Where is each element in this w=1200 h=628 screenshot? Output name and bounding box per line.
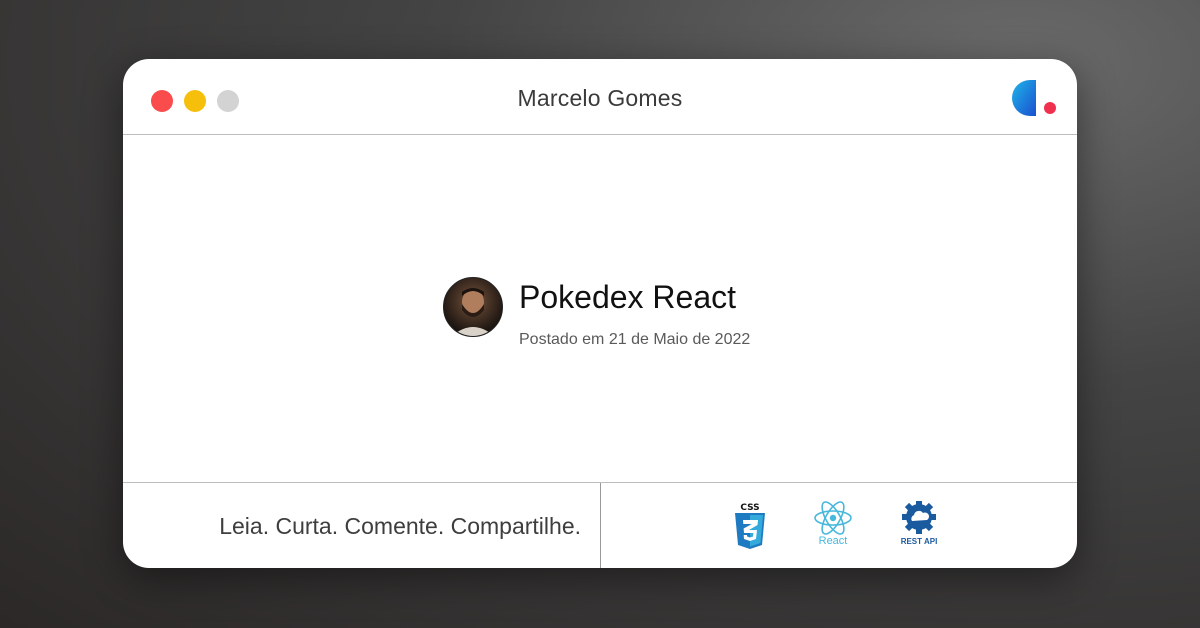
post-title[interactable]: Pokedex React [519, 279, 736, 316]
post-header: Pokedex React Postado em 21 de Maio de 2… [123, 135, 1077, 482]
react-icon: React [813, 501, 853, 549]
css3-icon: CSS [733, 501, 767, 551]
react-label: React [818, 535, 848, 547]
footer: Leia. Curta. Comente. Compartilhe. CSS R… [123, 482, 1077, 568]
author-avatar [443, 277, 503, 337]
rest-api-icon: REST API [898, 500, 940, 549]
title-bar: Marcelo Gomes [123, 59, 1077, 135]
post-date: Postado em 21 de Maio de 2022 [519, 331, 751, 348]
tagline: Leia. Curta. Comente. Compartilhe. [219, 513, 581, 539]
rest-api-label: REST API [900, 537, 938, 546]
window-title: Marcelo Gomes [517, 85, 683, 111]
svg-text:CSS: CSS [740, 503, 759, 513]
window-card: Marcelo Gomes Pokedex React Postado em 2 [123, 59, 1077, 568]
brand-logo-icon [1012, 80, 1056, 116]
footer-divider [600, 483, 601, 568]
